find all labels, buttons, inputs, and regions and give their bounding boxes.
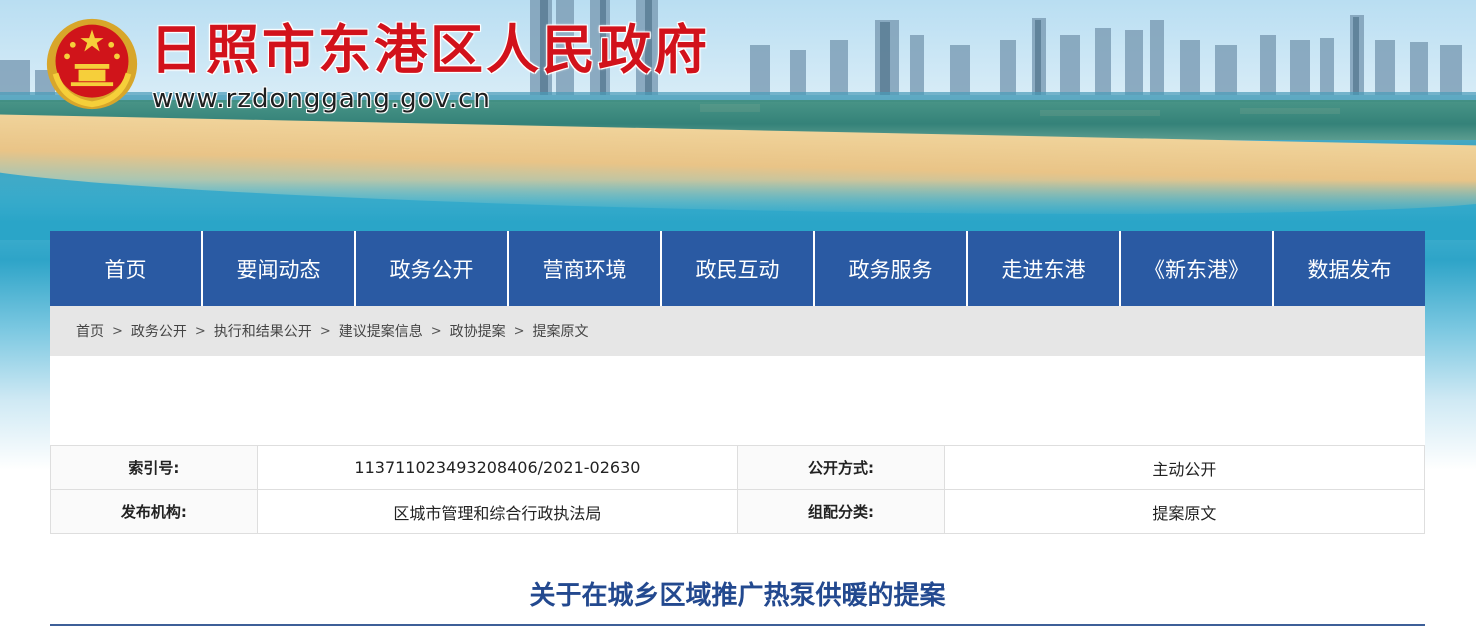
- category-value: 提案原文: [943, 489, 1426, 534]
- breadcrumb-separator: >: [430, 323, 442, 339]
- nav-item-about-donggang[interactable]: 走进东港: [966, 231, 1119, 306]
- document-info-table: 索引号: 113711023493208406/2021-02630 公开方式:…: [50, 445, 1426, 534]
- nav-item-home[interactable]: 首页: [50, 231, 201, 306]
- nav-item-news[interactable]: 要闻动态: [201, 231, 354, 306]
- site-url: www.rzdonggang.gov.cn: [152, 84, 491, 114]
- nav-item-new-donggang[interactable]: 《新东港》: [1119, 231, 1272, 306]
- breadcrumb-separator: >: [513, 323, 525, 339]
- article-title: 关于在城乡区域推广热泵供暖的提案: [529, 581, 946, 611]
- breadcrumb-execution-results[interactable]: 执行和结果公开: [214, 321, 312, 341]
- index-number-value: 113711023493208406/2021-02630: [256, 445, 739, 490]
- table-row: 发布机构: 区城市管理和综合行政执法局 组配分类: 提案原文: [50, 489, 1426, 534]
- category-label: 组配分类:: [737, 489, 945, 534]
- breadcrumb-separator: >: [194, 323, 206, 339]
- publisher-value: 区城市管理和综合行政执法局: [256, 489, 739, 534]
- index-number-label: 索引号:: [50, 445, 258, 490]
- nav-item-business-environment[interactable]: 营商环境: [507, 231, 660, 306]
- breadcrumb-cppcc-proposals[interactable]: 政协提案: [450, 321, 506, 341]
- breadcrumb-proposal-info[interactable]: 建议提案信息: [339, 321, 423, 341]
- national-emblem-icon: [46, 18, 138, 110]
- breadcrumb-current-page[interactable]: 提案原文: [533, 321, 589, 341]
- content-spacer: [50, 356, 1425, 445]
- breadcrumb-home[interactable]: 首页: [76, 321, 104, 341]
- nav-item-gov-affairs-open[interactable]: 政务公开: [354, 231, 507, 306]
- nav-item-gov-services[interactable]: 政务服务: [813, 231, 966, 306]
- table-row: 索引号: 113711023493208406/2021-02630 公开方式:…: [50, 445, 1426, 490]
- nav-item-data-release[interactable]: 数据发布: [1272, 231, 1425, 306]
- open-mode-value: 主动公开: [943, 445, 1426, 490]
- site-title: 日照市东港区人民政府: [150, 19, 710, 81]
- publisher-label: 发布机构:: [50, 489, 258, 534]
- breadcrumb-gov-affairs-open[interactable]: 政务公开: [131, 321, 187, 341]
- breadcrumb-separator: >: [319, 323, 331, 339]
- main-nav: 首页 要闻动态 政务公开 营商环境 政民互动 政务服务 走进东港 《新东港》 数…: [50, 231, 1425, 306]
- breadcrumb: 首页 > 政务公开 > 执行和结果公开 > 建议提案信息 > 政协提案 > 提案…: [50, 306, 1425, 356]
- nav-item-interaction[interactable]: 政民互动: [660, 231, 813, 306]
- title-divider: [50, 624, 1425, 626]
- open-mode-label: 公开方式:: [737, 445, 945, 490]
- breadcrumb-separator: >: [112, 323, 123, 339]
